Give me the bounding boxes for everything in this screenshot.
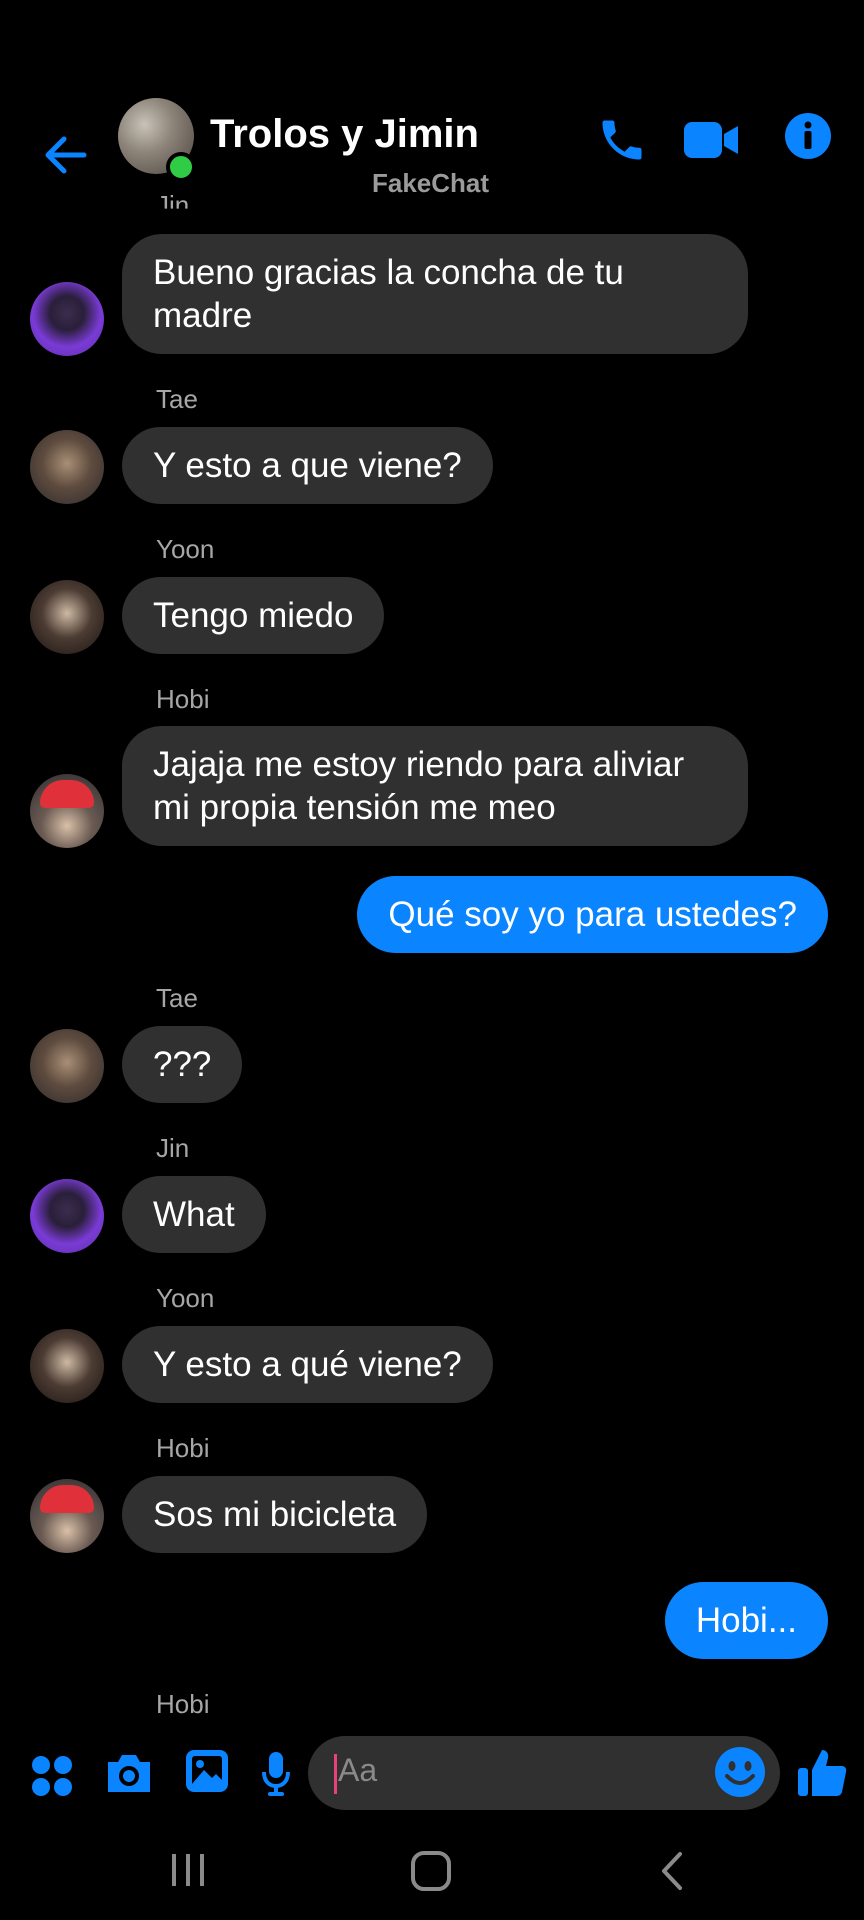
avatar[interactable] [30, 1329, 104, 1403]
avatar[interactable] [30, 282, 104, 356]
message-bubble[interactable]: ??? [122, 1026, 243, 1103]
gallery-button[interactable] [184, 1748, 230, 1799]
apps-icon [32, 1756, 72, 1796]
sender-name: Tae [156, 983, 198, 1013]
message-bubble[interactable]: Bueno gracias la concha de tu madre [122, 234, 748, 354]
outgoing-message-bubble[interactable]: Qué soy yo para ustedes? [357, 876, 828, 953]
emoji-icon [715, 1747, 765, 1797]
message-text: Y esto a qué viene? [153, 1345, 462, 1384]
online-indicator [166, 152, 196, 182]
like-button[interactable] [796, 1746, 848, 1803]
message-bubble[interactable]: Tengo miedo [122, 577, 385, 654]
chat-title[interactable]: Trolos y Jimin [210, 112, 479, 157]
video-call-button[interactable] [682, 118, 740, 167]
avatar[interactable] [30, 1179, 104, 1253]
camera-icon [108, 1755, 150, 1792]
message-text-line: Bueno gracias la concha de tu [153, 253, 624, 292]
voice-call-button[interactable] [596, 114, 648, 171]
text-cursor [334, 1754, 337, 1794]
phone-icon [602, 120, 642, 160]
sender-name: Hobi [156, 1433, 210, 1463]
sender-name: Tae [156, 384, 198, 414]
home-button[interactable] [410, 1850, 452, 1897]
message-text: ??? [153, 1045, 212, 1084]
message-text-line: madre [153, 296, 253, 335]
message-bubble[interactable]: Jajaja me estoy riendo para aliviar mi p… [122, 726, 748, 846]
message-bubble[interactable]: Y esto a qué viene? [122, 1326, 493, 1403]
message-text-line: Jajaja me estoy riendo para aliviar [153, 745, 685, 784]
back-nav-button[interactable] [656, 1850, 686, 1897]
message-bubble[interactable]: Y esto a que viene? [122, 427, 493, 504]
chat-subtitle: FakeChat [372, 168, 490, 198]
thumbs-up-icon [798, 1750, 847, 1796]
back-button[interactable] [40, 130, 90, 180]
avatar[interactable] [30, 774, 104, 848]
message-text: Sos mi bicicleta [153, 1495, 397, 1534]
camera-button[interactable] [104, 1750, 154, 1801]
sender-name: Hobi [156, 684, 210, 714]
message-composer: Aa [0, 1730, 864, 1820]
message-bubble[interactable]: What [122, 1176, 266, 1253]
message-text: Tengo miedo [153, 596, 354, 635]
home-icon [411, 1851, 451, 1891]
message-text-line: mi propia tensión me meo [153, 788, 556, 827]
emoji-button[interactable] [714, 1746, 766, 1803]
message-input[interactable]: Aa [308, 1736, 780, 1810]
system-navigation-bar [0, 1820, 864, 1920]
recent-apps-icon [172, 1854, 204, 1886]
avatar[interactable] [30, 580, 104, 654]
info-button[interactable] [784, 112, 832, 165]
microphone-icon [262, 1752, 290, 1796]
sender-name: Yoon [156, 534, 215, 564]
message-text: What [153, 1195, 235, 1234]
voice-message-button[interactable] [260, 1750, 292, 1801]
back-nav-icon [662, 1852, 682, 1890]
video-camera-icon [684, 122, 738, 158]
apps-button[interactable] [30, 1754, 74, 1803]
avatar[interactable] [30, 1479, 104, 1553]
message-text: Y esto a que viene? [153, 446, 462, 485]
sender-name: Yoon [156, 1283, 215, 1313]
back-arrow-icon [45, 136, 87, 174]
sender-name: Jin [156, 1133, 190, 1163]
gallery-icon [186, 1750, 228, 1792]
outgoing-message-bubble[interactable]: Hobi... [664, 1582, 828, 1659]
message-bubble[interactable]: Sos mi bicicleta [122, 1476, 428, 1553]
info-icon [785, 113, 831, 159]
recent-apps-button[interactable] [168, 1852, 208, 1893]
chat-header: Trolos y Jimin FakeChat [0, 90, 864, 230]
sender-name: Hobi [156, 1689, 210, 1719]
avatar[interactable] [30, 1029, 104, 1103]
message-text: Qué soy yo para ustedes? [388, 895, 797, 934]
message-text: Hobi... [695, 1601, 797, 1640]
input-placeholder: Aa [338, 1752, 378, 1788]
avatar[interactable] [30, 430, 104, 504]
